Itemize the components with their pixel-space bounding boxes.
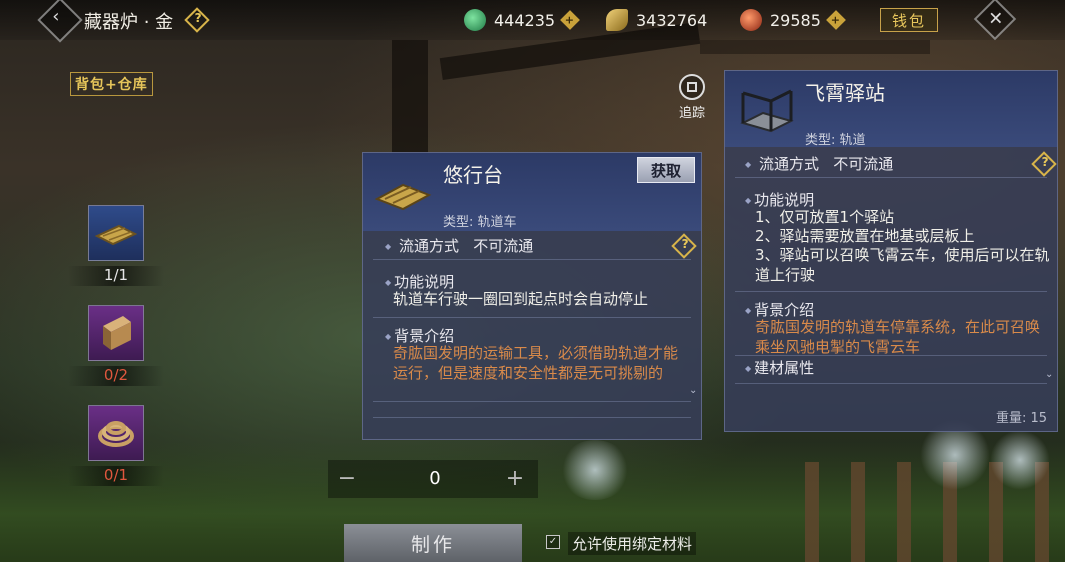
function-line: 3、驿站可以召唤飞霄云车，使用后可以在轨道上行驶 <box>755 246 1050 284</box>
divider <box>735 177 1047 178</box>
page-title: 藏器炉 · 金 <box>84 12 174 33</box>
item-type: 类型: 轨道车 <box>443 215 517 230</box>
circulation-value: 不可流通 <box>473 237 534 255</box>
currency-value: 29585 <box>770 10 821 30</box>
currency-value: 444235 <box>494 10 556 30</box>
close-x-icon: ✕ <box>988 8 1004 30</box>
wallet-button[interactable]: 钱包 <box>880 8 938 32</box>
material-attributes-label: 建材属性 <box>745 357 814 378</box>
divider <box>735 383 1047 384</box>
compare-item-type: 类型: 轨道 <box>805 133 866 148</box>
question-diamond-icon: ? <box>1041 155 1049 170</box>
material-slot-rope-coil[interactable] <box>88 405 144 461</box>
circulation-value: 不可流通 <box>833 155 894 173</box>
help-button[interactable]: ? <box>671 233 697 259</box>
gold-leaf-icon <box>606 9 628 31</box>
divider <box>735 355 1047 356</box>
station-frame-icon <box>740 89 794 133</box>
red-token-icon <box>740 9 762 31</box>
divider <box>373 317 691 318</box>
obtain-button[interactable]: 获取 <box>637 157 695 183</box>
chevron-left-icon: ‹ <box>52 6 60 28</box>
add-currency-button[interactable]: + <box>560 10 580 30</box>
minus-icon[interactable]: − <box>332 466 362 492</box>
divider <box>373 401 691 402</box>
compare-detail-card: 飞霄驿站 类型: 轨道 流通方式 不可流通 ? 功能说明 1、仅可放置1个驿站 … <box>724 70 1058 432</box>
item-name: 悠行台 <box>443 163 503 187</box>
question-diamond-icon: ? <box>681 237 689 252</box>
currency-value: 3432764 <box>636 10 708 30</box>
track-platform-icon <box>374 183 432 211</box>
divider <box>735 291 1047 292</box>
plus-icon[interactable]: + <box>500 466 530 492</box>
circulation-label: 流通方式 不可流通 <box>385 235 533 256</box>
add-currency-button[interactable]: + <box>826 10 846 30</box>
bind-material-checkbox[interactable]: ✓ <box>546 535 560 549</box>
scroll-down-icon[interactable]: ⌄ <box>1045 369 1053 380</box>
question-diamond-icon: ? <box>194 11 202 26</box>
track-label: 追踪 <box>678 106 705 121</box>
background-gazebo <box>700 40 930 54</box>
scroll-down-icon[interactable]: ⌄ <box>689 385 697 396</box>
track-platform-icon <box>94 224 138 246</box>
material-slot-track-platform[interactable] <box>88 205 144 261</box>
track-button[interactable]: 追踪 <box>674 74 710 121</box>
circulation-label: 流通方式 不可流通 <box>745 153 893 174</box>
compare-item-name: 飞霄驿站 <box>805 81 885 105</box>
craft-button[interactable]: 制作 <box>344 524 522 562</box>
function-text: 轨道车行驶一圈回到起点时会自动停止 <box>393 290 649 308</box>
background-light-orb <box>560 440 630 500</box>
material-count: 1/1 <box>68 266 164 286</box>
background-text: 奇肱国发明的轨道车停靠系统，在此可召唤乘坐风驰电掣的飞霄云车 <box>755 318 1041 356</box>
background-light-orb <box>990 430 1050 490</box>
rope-coil-icon <box>98 421 134 447</box>
divider <box>373 417 691 418</box>
background-text: 奇肱国发明的运输工具，必须借助轨道才能运行，但是速度和安全性都是无可挑剔的 <box>393 344 679 382</box>
quantity-value[interactable]: 0 <box>400 468 470 489</box>
function-line: 1、仅可放置1个驿站 <box>755 208 895 226</box>
divider <box>373 259 691 260</box>
help-button[interactable]: ? <box>1031 151 1057 177</box>
wood-block-icon <box>103 316 131 350</box>
jade-coin-icon <box>464 9 486 31</box>
bind-material-label[interactable]: 允许使用绑定材料 <box>568 532 697 555</box>
weight-label: 重量: 15 <box>995 411 1047 426</box>
material-count: 0/1 <box>68 466 164 486</box>
currency-red-token: 29585 + <box>740 8 846 32</box>
track-icon <box>679 74 705 100</box>
bag-storage-label[interactable]: 背包+仓库 <box>70 72 153 96</box>
item-detail-card: 悠行台 类型: 轨道车 获取 流通方式 不可流通 ? 功能说明 轨道车行驶一圈回… <box>362 152 702 440</box>
function-line: 2、驿站需要放置在地基或层板上 <box>755 227 975 245</box>
currency-jade: 444235 + <box>464 8 580 32</box>
currency-gold: 3432764 <box>606 8 707 32</box>
material-count: 0/2 <box>68 366 164 386</box>
material-slot-wood-block[interactable] <box>88 305 144 361</box>
